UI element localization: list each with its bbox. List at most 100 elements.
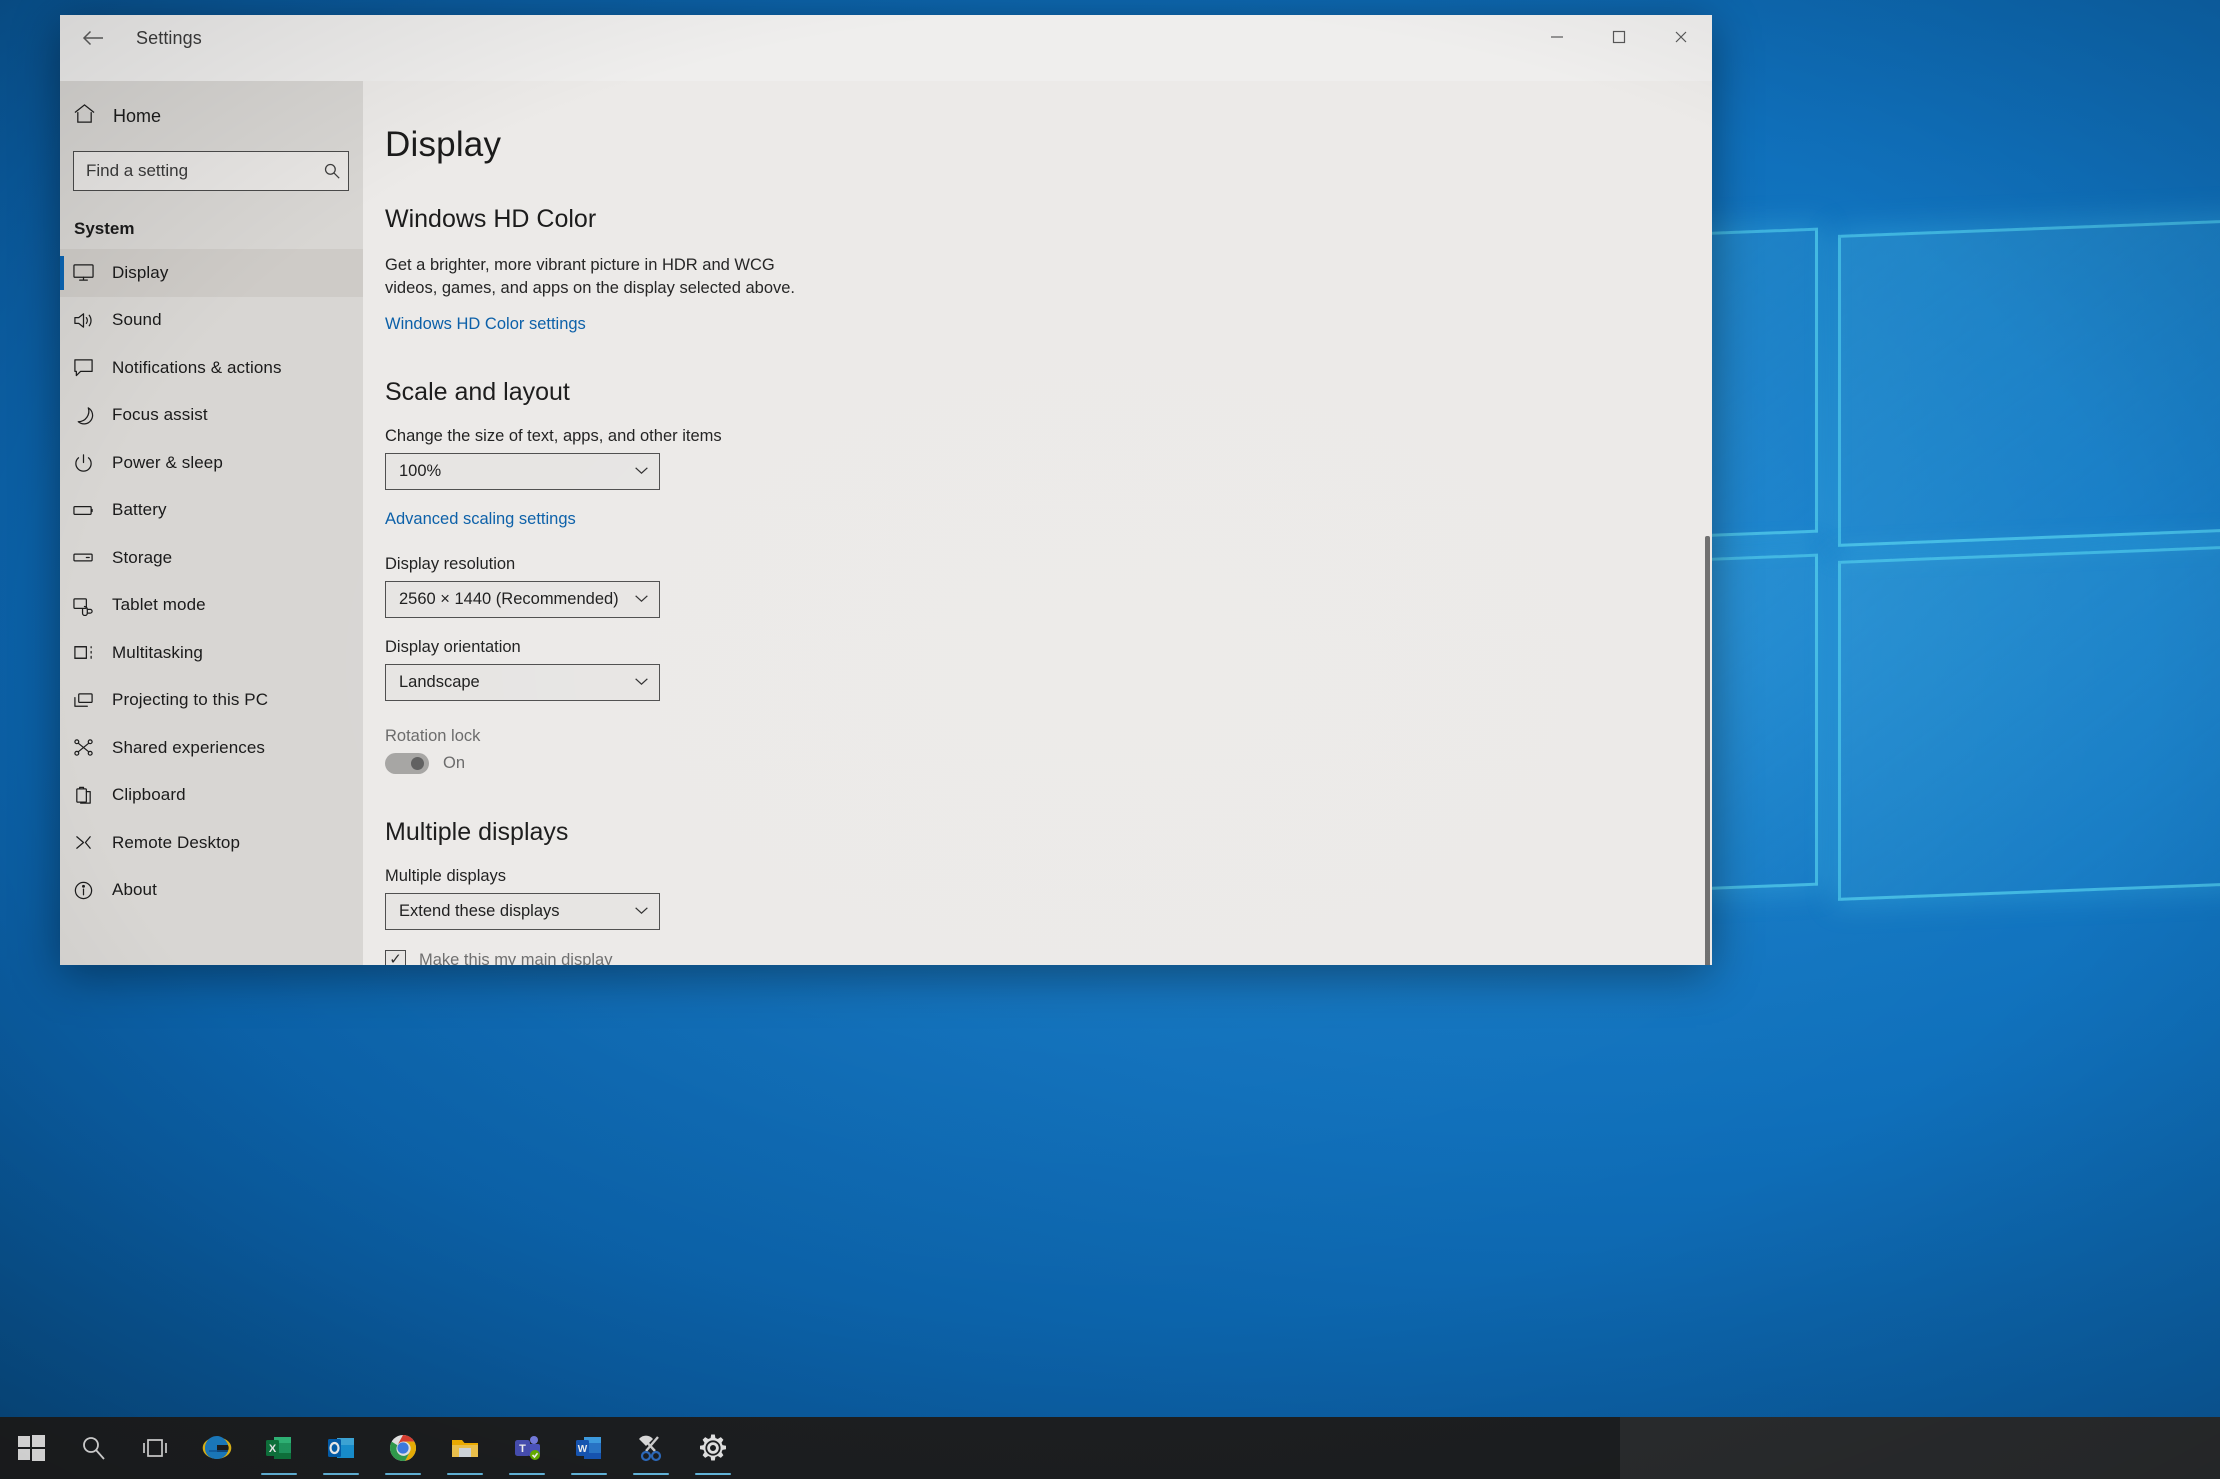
- chevron-down-icon: [634, 676, 649, 688]
- scale-field-label: Change the size of text, apps, and other…: [385, 426, 722, 445]
- sidebar-item-focus-assist[interactable]: Focus assist: [60, 392, 363, 440]
- sidebar-item-label: Focus assist: [112, 405, 208, 425]
- sidebar-item-power-sleep[interactable]: Power & sleep: [60, 439, 363, 487]
- sidebar-item-label: Sound: [112, 310, 162, 330]
- moon-icon: [72, 405, 112, 426]
- system-tray[interactable]: [1620, 1417, 2220, 1479]
- toggle-knob: [411, 756, 424, 770]
- file-explorer-button[interactable]: [434, 1417, 496, 1479]
- chrome-button[interactable]: [372, 1417, 434, 1479]
- snipping-tool-button[interactable]: [620, 1417, 682, 1479]
- taskbar-running-indicator: [385, 1472, 421, 1475]
- outlook-icon: [328, 1438, 354, 1458]
- orientation-dropdown-value: Landscape: [399, 672, 480, 691]
- internet-explorer-button[interactable]: [186, 1417, 248, 1479]
- notification-icon: [72, 357, 112, 378]
- power-icon: [72, 452, 112, 473]
- search-icon: [83, 1437, 105, 1460]
- sidebar-item-display[interactable]: Display: [60, 249, 363, 297]
- back-arrow-icon[interactable]: [70, 18, 116, 58]
- multiple-displays-dropdown[interactable]: Extend these displays: [385, 892, 660, 930]
- remote-desktop-icon: [72, 832, 112, 853]
- sidebar-item-shared-experiences[interactable]: Shared experiences: [60, 724, 363, 772]
- taskbar-running-indicator: [509, 1472, 545, 1475]
- speaker-icon: [72, 310, 112, 331]
- info-icon: [72, 880, 112, 901]
- rotation-lock-toggle[interactable]: [385, 752, 429, 774]
- sidebar-item-label: About: [112, 880, 157, 900]
- sidebar-item-storage[interactable]: Storage: [60, 534, 363, 582]
- windows-logo-icon: [18, 1435, 45, 1461]
- hd-color-heading: Windows HD Color: [385, 205, 597, 233]
- home-icon: [73, 103, 111, 129]
- multitasking-icon: [72, 642, 112, 663]
- sidebar-item-label: Display: [112, 262, 169, 282]
- maximize-button[interactable]: [1588, 15, 1650, 59]
- sidebar-item-tablet-mode[interactable]: Tablet mode: [60, 582, 363, 630]
- sidebar-item-clipboard[interactable]: Clipboard: [60, 772, 363, 820]
- close-button[interactable]: [1650, 15, 1712, 59]
- sidebar-item-about[interactable]: About: [60, 867, 363, 915]
- sidebar: Home System Display Sound Notifications & …: [60, 81, 363, 965]
- outlook-button[interactable]: [310, 1417, 372, 1479]
- advanced-scaling-settings-link[interactable]: Advanced scaling settings: [385, 510, 576, 529]
- search-input[interactable]: [74, 152, 315, 190]
- multiple-displays-heading: Multiple displays: [385, 817, 569, 846]
- sidebar-item-label: Storage: [112, 547, 173, 567]
- wallpaper-pane-bottom-right: [1838, 543, 2220, 901]
- sidebar-group-title: System: [74, 219, 135, 238]
- file-explorer-icon: [452, 1440, 478, 1457]
- teams-icon: T: [515, 1436, 540, 1460]
- taskbar-running-indicator: [323, 1472, 359, 1475]
- resolution-dropdown[interactable]: 2560 × 1440 (Recommended): [385, 580, 660, 618]
- sidebar-item-sound[interactable]: Sound: [60, 297, 363, 345]
- minimize-button[interactable]: [1526, 15, 1588, 59]
- chrome-icon: [390, 1435, 416, 1461]
- teams-button[interactable]: T: [496, 1417, 558, 1479]
- window-title: Settings: [136, 27, 202, 48]
- sidebar-item-remote-desktop[interactable]: Remote Desktop: [60, 819, 363, 867]
- task-view-icon: [143, 1439, 167, 1457]
- window-controls: [1526, 15, 1712, 61]
- main-content: Display Windows HD Color Get a brighter,…: [363, 81, 1712, 965]
- taskbar-running-indicator: [695, 1472, 731, 1475]
- sidebar-item-multitasking[interactable]: Multitasking: [60, 629, 363, 677]
- windows-hd-color-settings-link[interactable]: Windows HD Color settings: [385, 315, 586, 334]
- desktop: Settings Home Find a setting System Disp…: [0, 0, 2220, 1479]
- projecting-icon: [72, 690, 112, 711]
- word-button[interactable]: W: [558, 1417, 620, 1479]
- settings-button[interactable]: [682, 1417, 744, 1479]
- search-icon[interactable]: [315, 152, 348, 190]
- taskbar-running-indicator: [261, 1472, 297, 1475]
- chevron-down-icon: [634, 465, 649, 477]
- orientation-dropdown[interactable]: Landscape: [385, 663, 660, 701]
- scale-and-layout-heading: Scale and layout: [385, 377, 570, 406]
- storage-icon: [72, 547, 112, 568]
- search-box[interactable]: [73, 151, 349, 191]
- excel-button[interactable]: X: [248, 1417, 310, 1479]
- sidebar-item-projecting-to-this-pc[interactable]: Projecting to this PC: [60, 677, 363, 725]
- start-button[interactable]: [0, 1417, 62, 1479]
- search-button[interactable]: [62, 1417, 124, 1479]
- make-main-display-checkbox[interactable]: ✓: [385, 949, 406, 965]
- clipboard-icon: [72, 785, 112, 806]
- title-bar[interactable]: Settings: [60, 15, 1712, 81]
- svg-text:X: X: [269, 1443, 277, 1455]
- gear-icon: [700, 1434, 726, 1461]
- tablet-icon: [72, 595, 112, 616]
- scale-dropdown-value: 100%: [399, 461, 442, 480]
- sidebar-item-notifications-actions[interactable]: Notifications & actions: [60, 344, 363, 392]
- internet-explorer-icon: [202, 1436, 232, 1459]
- sidebar-item-battery[interactable]: Battery: [60, 487, 363, 535]
- sidebar-item-label: Projecting to this PC: [112, 690, 269, 710]
- sidebar-item-label: Tablet mode: [112, 595, 206, 615]
- battery-icon: [72, 500, 112, 521]
- multiple-displays-dropdown-value: Extend these displays: [399, 901, 560, 920]
- orientation-field-label: Display orientation: [385, 637, 521, 656]
- make-main-display-checkbox-row[interactable]: ✓ Make this my main display: [385, 949, 1672, 965]
- content-scrollbar[interactable]: [1705, 536, 1710, 965]
- sidebar-item-home[interactable]: Home: [60, 93, 363, 139]
- scale-dropdown[interactable]: 100%: [385, 452, 660, 490]
- chevron-down-icon: [634, 905, 649, 917]
- task-view-button[interactable]: [124, 1417, 186, 1479]
